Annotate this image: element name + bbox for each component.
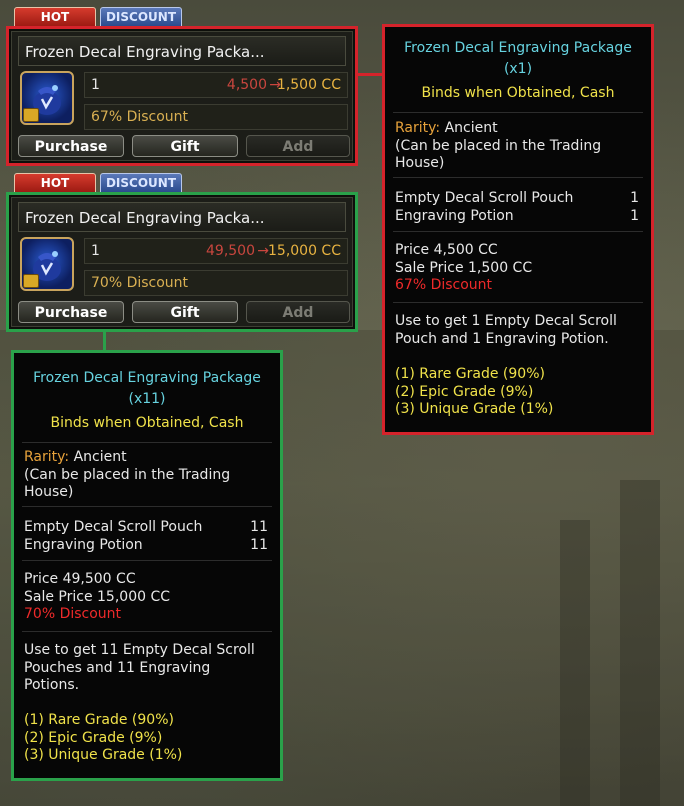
content-qty: 1: [630, 208, 639, 224]
tooltip-divider: [22, 442, 272, 443]
content-row: Empty Decal Scroll Pouch 1: [395, 189, 639, 207]
trade-note: House): [395, 155, 445, 171]
tooltip-divider: [22, 506, 272, 507]
content-name: Empty Decal Scroll Pouch: [24, 519, 203, 535]
item-icon[interactable]: [20, 71, 74, 125]
tooltip-discount: 67% Discount: [395, 277, 493, 293]
content-row: Engraving Potion 11: [24, 536, 268, 554]
tooltip-binds: Binds when Obtained, Cash: [50, 415, 244, 431]
rarity-label: Rarity:: [24, 449, 70, 465]
item-tooltip: Frozen Decal Engraving Package (x1) Bind…: [382, 24, 654, 435]
tooltip-price: Price 49,500 CC: [24, 571, 136, 587]
bound-icon: [23, 274, 39, 288]
tooltip-title: Frozen Decal Engraving Package: [33, 370, 261, 386]
item-name: Frozen Decal Engraving Packa...: [18, 202, 346, 232]
background-pillar: [620, 480, 660, 806]
usage-line: Pouches and 11 Engraving: [24, 659, 211, 676]
bound-icon: [23, 108, 39, 122]
tooltip-grades: (1) Rare Grade (90%) (2) Epic Grade (9%)…: [24, 712, 270, 765]
usage-line: Use to get 1 Empty Decal Scroll: [395, 313, 617, 329]
tooltip-divider: [22, 631, 272, 632]
purchase-button[interactable]: Purchase: [18, 301, 124, 323]
tooltip-pricing: Price 49,500 CC Sale Price 15,000 CC 70%…: [24, 571, 270, 624]
discount-label: 67% Discount: [84, 104, 348, 130]
add-button[interactable]: Add: [246, 135, 350, 157]
sale-price: 1,500 CC: [276, 77, 341, 93]
hot-tag: HOT: [14, 173, 96, 193]
content-qty: 1: [630, 190, 639, 206]
tooltip-grades: (1) Rare Grade (90%) (2) Epic Grade (9%)…: [395, 366, 641, 419]
gift-button[interactable]: Gift: [132, 301, 238, 323]
grade-line: (1) Rare Grade (90%): [24, 712, 174, 728]
tooltip-count: (x11): [128, 391, 166, 407]
original-price: 49,500: [206, 243, 255, 259]
item-icon[interactable]: [20, 237, 74, 291]
content-name: Empty Decal Scroll Pouch: [395, 190, 574, 206]
trade-note: (Can be placed in the Trading: [395, 137, 602, 154]
trade-note: House): [24, 484, 74, 500]
tooltip-divider: [393, 302, 643, 303]
sale-price: 15,000 CC: [268, 243, 341, 259]
tooltip-pricing: Price 4,500 CC Sale Price 1,500 CC 67% D…: [395, 242, 641, 295]
content-qty: 11: [250, 519, 268, 535]
item-name: Frozen Decal Engraving Packa...: [18, 36, 346, 66]
usage-line: Potions.: [24, 677, 80, 693]
tooltip-binds: Binds when Obtained, Cash: [421, 85, 615, 101]
tooltip-usage: Use to get 1 Empty Decal Scroll Pouch an…: [395, 313, 641, 348]
rarity-value: Ancient: [444, 120, 498, 136]
content-name: Engraving Potion: [24, 537, 143, 553]
hot-tag: HOT: [14, 7, 96, 27]
rarity-value: Ancient: [73, 449, 127, 465]
tooltip-divider: [22, 560, 272, 561]
usage-line: Pouch and 1 Engraving Potion.: [395, 330, 609, 347]
price-row: 1 4,500 → 1,500 CC: [84, 72, 348, 98]
grade-line: (3) Unique Grade (1%): [395, 401, 554, 417]
content-row: Engraving Potion 1: [395, 207, 639, 225]
add-button[interactable]: Add: [246, 301, 350, 323]
tooltip-divider: [393, 112, 643, 113]
item-tooltip: Frozen Decal Engraving Package (x11) Bin…: [11, 350, 283, 781]
shop-item-panel: Frozen Decal Engraving Packa... 1 4,500 …: [11, 31, 353, 161]
content-name: Engraving Potion: [395, 208, 514, 224]
discount-tag: DISCOUNT: [100, 7, 182, 27]
grade-line: (2) Epic Grade (9%): [395, 383, 534, 400]
tooltip-sale-price: Sale Price 1,500 CC: [395, 259, 533, 276]
tooltip-divider: [393, 177, 643, 178]
rarity-label: Rarity:: [395, 120, 441, 136]
shop-item-card[interactable]: Frozen Decal Engraving Packa... 1 49,500…: [6, 192, 358, 332]
tooltip-sale-price: Sale Price 15,000 CC: [24, 588, 171, 605]
highlight-connector: [103, 329, 106, 351]
purchase-button[interactable]: Purchase: [18, 135, 124, 157]
tooltip-divider: [393, 231, 643, 232]
tooltip-price: Price 4,500 CC: [395, 242, 498, 258]
discount-tag: DISCOUNT: [100, 173, 182, 193]
tooltip-title: Frozen Decal Engraving Package: [404, 40, 632, 56]
item-quantity: 1: [91, 243, 100, 259]
trade-note: (Can be placed in the Trading: [24, 466, 231, 483]
tooltip-discount: 70% Discount: [24, 606, 122, 622]
highlight-connector: [355, 73, 385, 76]
tooltip-rarity: Rarity: Ancient (Can be placed in the Tr…: [395, 120, 641, 173]
original-price: 4,500: [226, 77, 267, 93]
gift-button[interactable]: Gift: [132, 135, 238, 157]
shop-item-panel: Frozen Decal Engraving Packa... 1 49,500…: [11, 197, 353, 327]
tooltip-count: (x1): [503, 61, 533, 77]
grade-line: (1) Rare Grade (90%): [395, 366, 545, 382]
background-pillar: [560, 520, 590, 806]
tooltip-usage: Use to get 11 Empty Decal Scroll Pouches…: [24, 642, 270, 695]
price-row: 1 49,500 → 15,000 CC: [84, 238, 348, 264]
usage-line: Use to get 11 Empty Decal Scroll: [24, 642, 255, 658]
grade-line: (3) Unique Grade (1%): [24, 747, 183, 763]
discount-label: 70% Discount: [84, 270, 348, 296]
grade-line: (2) Epic Grade (9%): [24, 729, 163, 746]
content-row: Empty Decal Scroll Pouch 11: [24, 518, 268, 536]
tooltip-rarity: Rarity: Ancient (Can be placed in the Tr…: [24, 449, 270, 502]
content-qty: 11: [250, 537, 268, 553]
shop-item-card[interactable]: Frozen Decal Engraving Packa... 1 4,500 …: [6, 26, 358, 166]
item-quantity: 1: [91, 77, 100, 93]
